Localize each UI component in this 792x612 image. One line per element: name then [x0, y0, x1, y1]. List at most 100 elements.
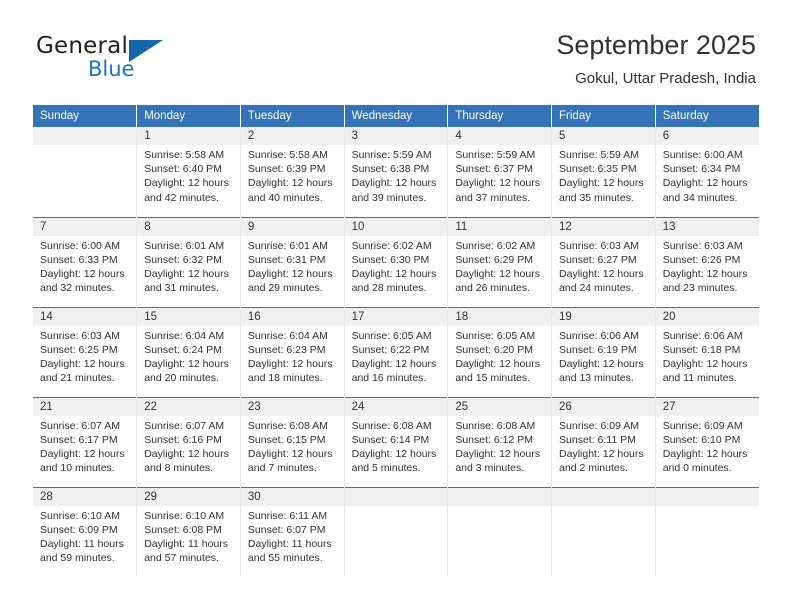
sunrise-text: Sunrise: 5:58 AM — [247, 149, 328, 161]
sunrise-text: Sunrise: 6:09 AM — [662, 419, 743, 432]
daylight-text-line2: and 55 minutes. — [247, 552, 323, 565]
day-cell[interactable]: 27 Sunrise: 6:09 AM Sunset: 6:10 PM Dayl… — [655, 396, 759, 487]
day-cell[interactable]: 28 Sunrise: 6:10 AM Sunset: 6:09 PM Dayl… — [33, 486, 138, 577]
day-cell[interactable] — [344, 486, 449, 577]
day-cell[interactable] — [33, 127, 138, 217]
day-number: 24 — [344, 397, 448, 416]
day-cell[interactable]: 12 Sunrise: 6:03 AM Sunset: 6:27 PM Dayl… — [551, 216, 656, 307]
daylight-text-line2: and 7 minutes. — [247, 462, 317, 475]
daylight-text-line2: and 34 minutes. — [662, 191, 738, 204]
sunset-text: Sunset: 6:09 PM — [40, 523, 118, 536]
day-number: 5 — [552, 127, 655, 145]
daylight-text-line2: and 20 minutes. — [144, 372, 219, 385]
calendar-week-row: 28 Sunrise: 6:10 AM Sunset: 6:09 PM Dayl… — [33, 486, 759, 577]
day-cell[interactable]: 14 Sunrise: 6:03 AM Sunset: 6:25 PM Dayl… — [33, 306, 138, 397]
day-cell[interactable]: 4 Sunrise: 5:59 AM Sunset: 6:37 PM Dayli… — [447, 127, 553, 217]
daylight-text-line2: and 21 minutes. — [40, 372, 115, 385]
sunset-text: Sunset: 6:37 PM — [455, 163, 533, 176]
day-number: 21 — [33, 397, 137, 416]
day-number: 25 — [448, 397, 552, 416]
title-block: September 2025 Gokul, Uttar Pradesh, Ind… — [556, 28, 756, 90]
day-details: Sunrise: 6:06 AM Sunset: 6:18 PM Dayligh… — [656, 326, 759, 386]
day-number: 20 — [655, 307, 759, 326]
day-cell[interactable]: 5 Sunrise: 5:59 AM Sunset: 6:35 PM Dayli… — [551, 127, 656, 217]
sunrise-text: Sunrise: 6:00 AM — [40, 239, 120, 252]
day-cell[interactable]: 26 Sunrise: 6:09 AM Sunset: 6:11 PM Dayl… — [551, 396, 656, 487]
day-cell[interactable]: 13 Sunrise: 6:03 AM Sunset: 6:26 PM Dayl… — [655, 216, 759, 307]
day-cell[interactable]: 16 Sunrise: 6:04 AM Sunset: 6:23 PM Dayl… — [240, 306, 345, 397]
day-details: Sunrise: 6:03 AM Sunset: 6:27 PM Dayligh… — [552, 236, 655, 296]
day-cell[interactable]: 9 Sunrise: 6:01 AM Sunset: 6:31 PM Dayli… — [240, 216, 345, 307]
daylight-text-line2: and 10 minutes. — [40, 462, 115, 475]
sunset-text: Sunset: 6:32 PM — [144, 253, 222, 266]
daylight-text-line1: Daylight: 12 hours — [247, 267, 333, 280]
day-cell[interactable]: 24 Sunrise: 6:08 AM Sunset: 6:14 PM Dayl… — [344, 396, 449, 487]
daylight-text-line1: Daylight: 12 hours — [662, 267, 748, 280]
sunset-text: Sunset: 6:33 PM — [40, 253, 118, 266]
sunset-text: Sunset: 6:34 PM — [662, 163, 741, 176]
sunset-text: Sunset: 6:29 PM — [455, 253, 533, 266]
day-number: 15 — [137, 307, 240, 326]
weekday-header-friday: Friday — [551, 105, 656, 127]
daylight-text-line1: Daylight: 12 hours — [351, 447, 437, 460]
day-cell[interactable]: 29 Sunrise: 6:10 AM Sunset: 6:08 PM Dayl… — [136, 486, 241, 577]
day-cell[interactable]: 19 Sunrise: 6:06 AM Sunset: 6:19 PM Dayl… — [551, 306, 656, 397]
day-cell[interactable]: 17 Sunrise: 6:05 AM Sunset: 6:22 PM Dayl… — [344, 306, 449, 397]
day-details: Sunrise: 6:08 AM Sunset: 6:15 PM Dayligh… — [241, 416, 344, 476]
sunset-text: Sunset: 6:08 PM — [144, 523, 222, 536]
day-number: 1 — [137, 127, 240, 145]
day-cell[interactable]: 22 Sunrise: 6:07 AM Sunset: 6:16 PM Dayl… — [136, 396, 241, 487]
day-cell[interactable] — [551, 486, 656, 577]
calendar-week-row: 1 Sunrise: 5:58 AM Sunset: 6:40 PM Dayli… — [33, 127, 759, 217]
sunset-text: Sunset: 6:26 PM — [662, 253, 741, 266]
day-cell[interactable]: 21 Sunrise: 6:07 AM Sunset: 6:17 PM Dayl… — [33, 396, 138, 487]
weekday-header-thursday: Thursday — [447, 105, 553, 127]
day-number: 6 — [655, 127, 759, 145]
daylight-text-line1: Daylight: 12 hours — [40, 357, 125, 370]
daylight-text-line2: and 31 minutes. — [144, 282, 219, 295]
weekday-header-saturday: Saturday — [655, 105, 759, 127]
day-cell[interactable]: 7 Sunrise: 6:00 AM Sunset: 6:33 PM Dayli… — [33, 216, 138, 307]
sunrise-text: Sunrise: 6:02 AM — [351, 239, 432, 252]
day-details: Sunrise: 6:06 AM Sunset: 6:19 PM Dayligh… — [552, 326, 655, 386]
logo-text-blue: Blue — [88, 57, 135, 81]
sunset-text: Sunset: 6:16 PM — [144, 433, 222, 446]
day-number: 9 — [240, 217, 344, 236]
day-cell[interactable]: 8 Sunrise: 6:01 AM Sunset: 6:32 PM Dayli… — [136, 216, 241, 307]
day-number — [344, 487, 448, 506]
day-cell[interactable]: 2 Sunrise: 5:58 AM Sunset: 6:39 PM Dayli… — [240, 127, 345, 217]
page-header: General Blue September 2025 Gokul, Uttar… — [0, 0, 792, 102]
day-details — [33, 145, 136, 148]
sunrise-text: Sunrise: 6:03 AM — [559, 239, 639, 252]
day-cell[interactable]: 1 Sunrise: 5:58 AM Sunset: 6:40 PM Dayli… — [136, 127, 241, 217]
day-cell[interactable]: 25 Sunrise: 6:08 AM Sunset: 6:12 PM Dayl… — [447, 396, 553, 487]
calendar-week-row: 14 Sunrise: 6:03 AM Sunset: 6:25 PM Dayl… — [33, 306, 759, 397]
day-cell[interactable]: 15 Sunrise: 6:04 AM Sunset: 6:24 PM Dayl… — [136, 306, 241, 397]
day-details — [345, 506, 448, 509]
general-blue-logo[interactable]: General Blue — [36, 33, 236, 89]
day-cell[interactable]: 3 Sunrise: 5:59 AM Sunset: 6:38 PM Dayli… — [344, 127, 449, 217]
daylight-text-line2: and 26 minutes. — [455, 282, 531, 295]
calendar-page: General Blue September 2025 Gokul, Uttar… — [0, 0, 792, 612]
day-cell[interactable] — [655, 486, 759, 577]
sunrise-text: Sunrise: 6:03 AM — [662, 239, 743, 252]
page-subtitle: Gokul, Uttar Pradesh, India — [575, 70, 756, 87]
day-cell[interactable]: 6 Sunrise: 6:00 AM Sunset: 6:34 PM Dayli… — [655, 127, 759, 217]
day-number: 27 — [655, 397, 759, 416]
daylight-text-line2: and 35 minutes. — [559, 191, 634, 204]
day-details: Sunrise: 6:03 AM Sunset: 6:26 PM Dayligh… — [656, 236, 759, 296]
daylight-text-line2: and 18 minutes. — [247, 372, 323, 385]
day-details: Sunrise: 5:58 AM Sunset: 6:40 PM Dayligh… — [137, 145, 240, 205]
sunrise-text: Sunrise: 6:00 AM — [662, 149, 743, 161]
day-cell[interactable]: 10 Sunrise: 6:02 AM Sunset: 6:30 PM Dayl… — [344, 216, 449, 307]
day-cell[interactable]: 30 Sunrise: 6:11 AM Sunset: 6:07 PM Dayl… — [240, 486, 345, 577]
day-details: Sunrise: 5:58 AM Sunset: 6:39 PM Dayligh… — [241, 145, 344, 205]
day-cell[interactable]: 11 Sunrise: 6:02 AM Sunset: 6:29 PM Dayl… — [447, 216, 553, 307]
day-cell[interactable] — [447, 486, 553, 577]
day-cell[interactable]: 20 Sunrise: 6:06 AM Sunset: 6:18 PM Dayl… — [655, 306, 759, 397]
sunset-text: Sunset: 6:25 PM — [40, 343, 118, 356]
day-cell[interactable]: 18 Sunrise: 6:05 AM Sunset: 6:20 PM Dayl… — [447, 306, 553, 397]
daylight-text-line2: and 39 minutes. — [351, 191, 427, 204]
daylight-text-line2: and 28 minutes. — [351, 282, 427, 295]
day-cell[interactable]: 23 Sunrise: 6:08 AM Sunset: 6:15 PM Dayl… — [240, 396, 345, 487]
